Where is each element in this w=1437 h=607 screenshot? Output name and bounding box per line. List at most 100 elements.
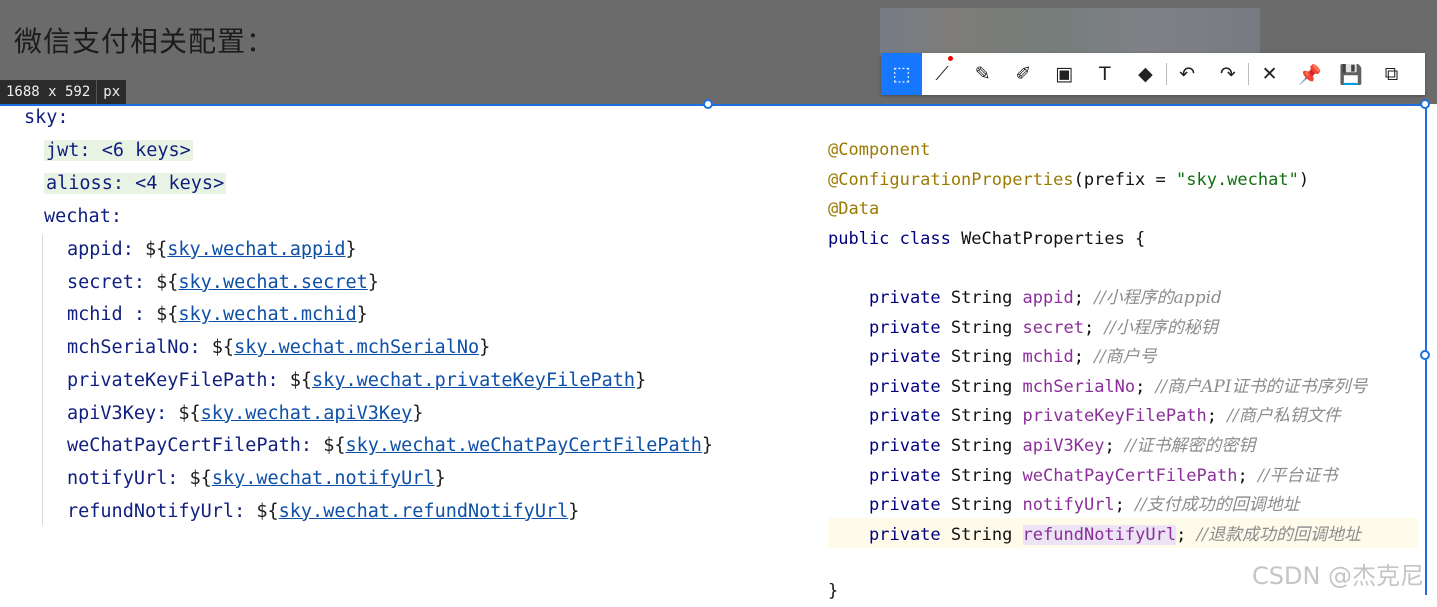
placeholder-open: ${ <box>323 435 346 457</box>
property-reference-link[interactable]: sky.wechat.apiV3Key <box>201 403 413 424</box>
field-declaration: private String refundNotifyUrl; //退款成功的回… <box>869 521 1361 551</box>
field-declaration: private String apiV3Key; //证书解密的密钥 <box>869 432 1255 462</box>
field-comment: //商户API证书的证书序列号 <box>1155 376 1368 397</box>
field-comment: //支付成功的回调地址 <box>1135 495 1300 516</box>
semicolon: ; <box>1104 436 1125 456</box>
semicolon: ; <box>1114 495 1136 516</box>
placeholder-close: } <box>568 500 580 522</box>
yaml-entry: weChatPayCertFilePath: ${sky.wechat.weCh… <box>67 431 713 461</box>
placeholder-close: } <box>345 239 357 260</box>
annotation-data: @Data <box>828 199 880 220</box>
semicolon: ; <box>1073 347 1095 368</box>
copy-button-icon[interactable]: ⧉ <box>1371 53 1412 95</box>
field-declaration: private String mchid; //商户号 <box>869 343 1157 373</box>
highlighter-tool-icon[interactable]: ✐ <box>1003 53 1044 95</box>
class-keywords: public class <box>828 228 962 249</box>
placeholder-close: } <box>412 402 424 424</box>
line-tool-icon[interactable]: ⟋ <box>922 53 963 95</box>
prefix-open: (prefix = <box>1073 169 1176 190</box>
pin-button-icon[interactable]: 📌 <box>1290 53 1331 95</box>
mosaic-tool-icon[interactable]: ▣ <box>1044 53 1085 95</box>
semicolon: ; <box>1206 406 1228 427</box>
yaml-entry-key: mchSerialNo: <box>67 337 212 359</box>
field-name: apiV3Key <box>1022 436 1105 456</box>
yaml-entry: apiV3Key: ${sky.wechat.apiV3Key} <box>67 399 423 429</box>
yaml-entry: appid: ${sky.wechat.appid} <box>67 235 357 265</box>
redo-button-icon[interactable]: ↷ <box>1208 53 1249 95</box>
field-name: mchid <box>1022 347 1074 368</box>
resize-handle-right[interactable] <box>1420 350 1430 360</box>
property-reference-link[interactable]: sky.wechat.weChatPayCertFilePath <box>345 435 701 456</box>
close-button-icon[interactable]: ✕ <box>1249 53 1290 95</box>
private-keyword: private <box>869 524 951 545</box>
field-type: String <box>950 406 1023 427</box>
field-comment: //商户私钥文件 <box>1227 406 1341 427</box>
blurred-background-region <box>880 8 1260 56</box>
field-declaration: private String weChatPayCertFilePath; //… <box>869 462 1337 492</box>
property-reference-link[interactable]: sky.wechat.notifyUrl <box>212 468 435 489</box>
placeholder-close: } <box>367 271 379 293</box>
field-name: notifyUrl <box>1022 495 1115 516</box>
yaml-entry-key: refundNotifyUrl: <box>67 500 257 522</box>
field-type: String <box>950 524 1023 545</box>
placeholder-open: ${ <box>144 239 168 260</box>
field-name: secret <box>1022 317 1084 338</box>
field-declaration: private String mchSerialNo; //商户API证书的证书… <box>869 373 1368 403</box>
field-name: mchSerialNo <box>1022 376 1136 397</box>
prefix-close: ) <box>1298 169 1310 190</box>
field-declaration: private String secret; //小程序的秘钥 <box>869 314 1218 344</box>
placeholder-close: } <box>356 304 368 326</box>
placeholder-open: ${ <box>189 467 212 489</box>
yaml-entry-key: appid: <box>67 239 145 260</box>
semicolon: ; <box>1237 465 1258 486</box>
property-reference-link[interactable]: sky.wechat.appid <box>167 239 345 260</box>
field-comment: //证书解密的密钥 <box>1124 436 1256 456</box>
eraser-tool-icon[interactable]: ◆ <box>1125 53 1166 95</box>
class-closing-brace: } <box>828 581 839 601</box>
csdn-watermark: CSDN @杰克尼 <box>1252 562 1425 590</box>
yaml-root-key: sky: <box>24 107 69 128</box>
save-button-icon[interactable]: 💾 <box>1331 53 1372 95</box>
pen-tool-icon[interactable]: ✎ <box>962 53 1003 95</box>
property-reference-link[interactable]: sky.wechat.privateKeyFilePath <box>312 370 635 391</box>
annotation-configuration-properties: @ConfigurationProperties <box>828 169 1074 190</box>
annotation-component: @Component <box>828 140 931 160</box>
screenshot-toolbar: ⬚ ⟋ ✎ ✐ ▣ T ◆ ↶ ↷ ✕ 📌 💾 ⧉ <box>881 53 1425 95</box>
private-keyword: private <box>869 376 951 397</box>
private-keyword: private <box>869 465 951 486</box>
yaml-entry-key: weChatPayCertFilePath: <box>67 435 324 457</box>
private-keyword: private <box>869 406 951 427</box>
yaml-entry: notifyUrl: ${sky.wechat.notifyUrl} <box>67 464 446 494</box>
property-reference-link[interactable]: sky.wechat.mchSerialNo <box>234 337 479 358</box>
private-keyword: private <box>869 495 951 516</box>
property-reference-link[interactable]: sky.wechat.mchid <box>178 304 356 325</box>
field-type: String <box>950 465 1023 486</box>
property-reference-link[interactable]: sky.wechat.refundNotifyUrl <box>279 501 569 522</box>
placeholder-close: } <box>635 369 647 391</box>
field-type: String <box>950 317 1023 338</box>
semicolon: ; <box>1083 317 1105 338</box>
yaml-entry: mchid : ${sky.wechat.mchid} <box>67 300 368 330</box>
placeholder-open: ${ <box>156 271 179 293</box>
placeholder-close: } <box>434 467 446 489</box>
yaml-alioss-folded[interactable]: alioss: <4 keys> <box>44 173 227 194</box>
field-declaration: private String privateKeyFilePath; //商户私… <box>869 402 1341 432</box>
private-keyword: private <box>869 347 951 368</box>
shape-tool-icon[interactable]: ⬚ <box>881 53 922 95</box>
private-keyword: private <box>869 288 951 308</box>
yaml-entry: secret: ${sky.wechat.secret} <box>67 268 379 298</box>
field-declaration: private String appid; //小程序的appid <box>869 284 1222 314</box>
undo-button-icon[interactable]: ↶ <box>1167 53 1208 95</box>
text-tool-icon[interactable]: T <box>1084 53 1125 95</box>
field-name: refundNotifyUrl <box>1022 524 1177 545</box>
semicolon: ; <box>1073 288 1095 308</box>
yaml-jwt-folded[interactable]: jwt: <6 keys> <box>44 140 193 161</box>
property-reference-link[interactable]: sky.wechat.secret <box>178 272 367 293</box>
placeholder-close: } <box>479 337 491 359</box>
yaml-config-panel: sky: jwt: <6 keys> alioss: <4 keys> wech… <box>0 106 800 595</box>
yaml-entry-key: apiV3Key: <box>67 402 179 424</box>
placeholder-open: ${ <box>211 337 235 359</box>
resize-handle-top-right[interactable] <box>1420 99 1430 109</box>
field-comment: //小程序的appid <box>1094 288 1222 308</box>
yaml-entry-key: mchid : <box>67 304 157 326</box>
